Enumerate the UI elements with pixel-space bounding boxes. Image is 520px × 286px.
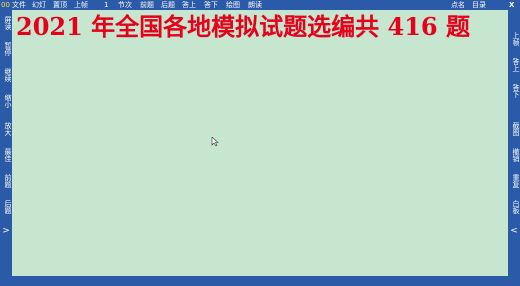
menu-roll-call[interactable]: 点名 xyxy=(451,0,465,10)
menu-read-aloud[interactable]: 朗读 xyxy=(248,0,262,10)
menu-pin-top[interactable]: 置顶 xyxy=(53,0,67,10)
menu-contents[interactable]: 目录 xyxy=(472,0,486,10)
sidebar-button-shrink[interactable]: 缩小 xyxy=(0,94,12,108)
menu-next-question[interactable]: 后题 xyxy=(161,0,175,10)
menu-file[interactable]: 文件 xyxy=(12,0,26,10)
sidebar-button-next-question[interactable]: 后题 xyxy=(0,200,12,214)
sidebar-button-continue[interactable]: 继续 xyxy=(0,68,12,82)
chevron-left-icon[interactable]: < xyxy=(508,226,520,236)
menu-section[interactable]: 节次 xyxy=(118,0,132,10)
sidebar-button-whiteboard[interactable]: 白板 xyxy=(508,200,520,214)
sidebar-button-answer-up[interactable]: 答上 xyxy=(508,58,520,72)
menu-answer-up[interactable]: 答上 xyxy=(182,0,196,10)
sidebar-button-repeat[interactable]: 重复 xyxy=(508,174,520,188)
chevron-right-icon[interactable]: > xyxy=(0,226,12,236)
page-title: 2021 年全国各地模拟试题选编共 416 题 xyxy=(16,12,470,41)
menu-draw[interactable]: 绘图 xyxy=(226,0,240,10)
sidebar-button-undo[interactable]: 撤销 xyxy=(508,148,520,162)
mouse-cursor-icon xyxy=(211,137,219,147)
top-toolbar: 00 文件 幻灯 置顶 上帧 1 节次 前题 后题 答上 答下 绘图 朗读 点名… xyxy=(0,0,520,10)
sidebar-button-enlarge[interactable]: 放大 xyxy=(0,122,12,136)
menu-prev-frame[interactable]: 上帧 xyxy=(74,0,88,10)
sidebar-button-pause[interactable]: 暂停 xyxy=(0,42,12,56)
sidebar-button-screen-read[interactable]: 屏读 xyxy=(0,16,12,30)
right-sidebar: 上帧 答上 答下 截图 撤销 重复 白板 < xyxy=(508,10,520,276)
sidebar-button-answer-down[interactable]: 答下 xyxy=(508,84,520,98)
sidebar-button-screenshot[interactable]: 截图 xyxy=(508,122,520,136)
menu-prev-question[interactable]: 前题 xyxy=(140,0,154,10)
sidebar-button-prev-frame[interactable]: 上帧 xyxy=(508,32,520,46)
close-icon[interactable]: X xyxy=(509,0,514,10)
sidebar-button-prev-question[interactable]: 前题 xyxy=(0,174,12,188)
frame-number: 1 xyxy=(104,1,109,9)
sidebar-button-best-fit[interactable]: 最佳 xyxy=(0,148,12,162)
left-sidebar: 屏读 暂停 继续 缩小 放大 最佳 前题 后题 > xyxy=(0,10,12,276)
bottom-bar xyxy=(0,276,520,286)
menu-slideshow[interactable]: 幻灯 xyxy=(32,0,46,10)
app-logo: 00 xyxy=(1,1,10,9)
menu-answer-down[interactable]: 答下 xyxy=(204,0,218,10)
